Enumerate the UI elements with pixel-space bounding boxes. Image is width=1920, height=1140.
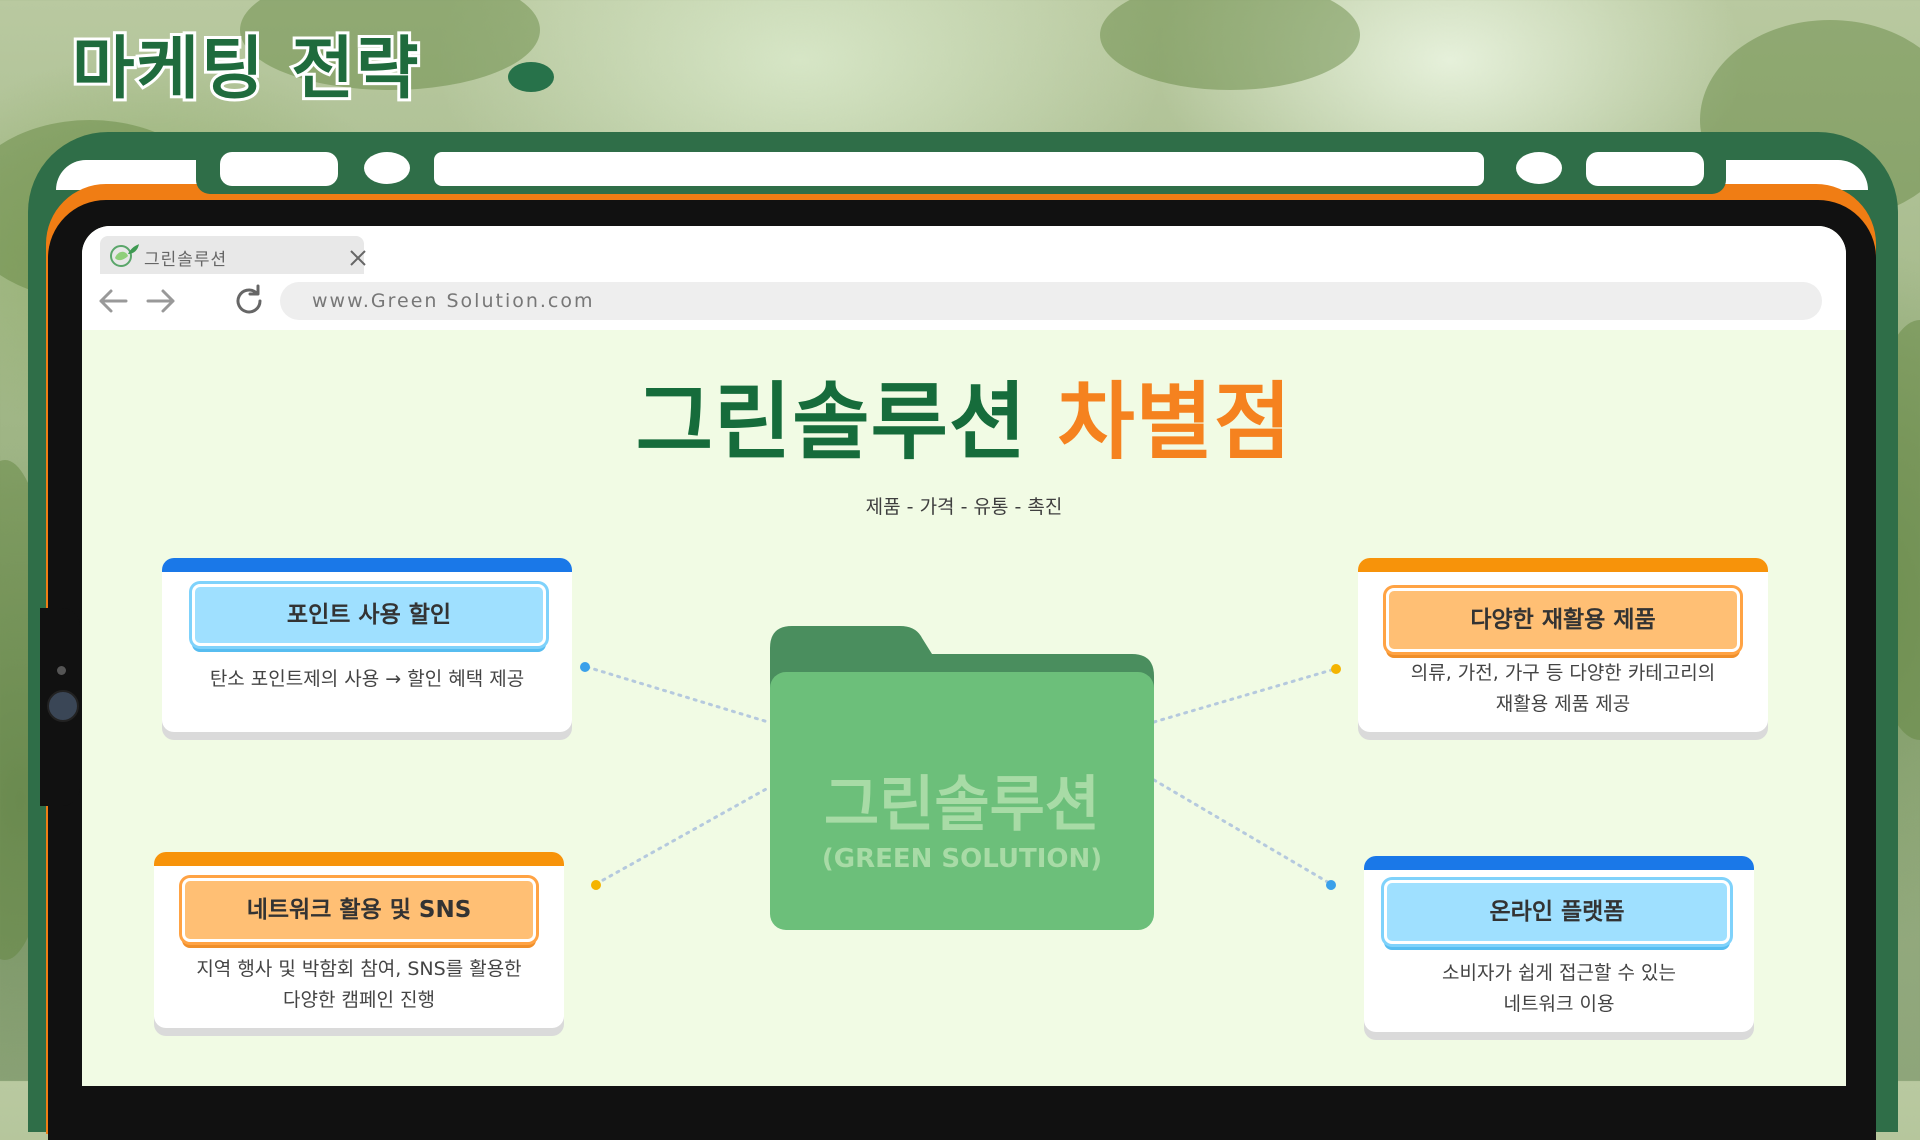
card-accent-stripe	[154, 852, 564, 866]
card-description: 지역 행사 및 박함회 참여, SNS를 활용한 다양한 캠페인 진행	[164, 954, 554, 1016]
tablet-top-long-bar	[434, 152, 1484, 186]
card-description: 의류, 가전, 가구 등 다양한 카테고리의 재활용 제품 제공	[1368, 658, 1758, 720]
browser-screen: 그린솔루션 www.Green Solution.com 그린솔루션 차별점 제…	[82, 226, 1846, 1086]
foliage-decoration	[1100, 0, 1360, 90]
feature-card: 포인트 사용 할인 탄소 포인트제의 사용 → 할인 혜택 제공	[162, 558, 572, 732]
title-dot-decoration	[508, 62, 554, 92]
folder-title: 그린솔루션	[824, 770, 1100, 840]
feature-card: 네트워크 활용 및 SNS 지역 행사 및 박함회 참여, SNS를 활용한 다…	[154, 852, 564, 1028]
camera-icon	[47, 690, 79, 722]
card-description-line: 지역 행사 및 박함회 참여, SNS를 활용한	[196, 958, 522, 980]
card-accent-stripe	[1358, 558, 1768, 572]
connector-node	[1326, 880, 1336, 890]
card-accent-stripe	[162, 558, 572, 572]
connector-line	[585, 665, 770, 724]
card-description-line: 재활용 제품 제공	[1495, 693, 1631, 715]
card-description-line: 네트워크 이용	[1503, 993, 1615, 1015]
connector-node	[1331, 664, 1341, 674]
feature-card: 온라인 플랫폼 소비자가 쉽게 접근할 수 있는 네트워크 이용	[1364, 856, 1754, 1032]
connector-node	[591, 880, 601, 890]
card-description-line: 의류, 가전, 가구 등 다양한 카테고리의	[1410, 662, 1716, 684]
card-description: 탄소 포인트제의 사용 → 할인 혜택 제공	[172, 664, 562, 695]
tablet-top-dot	[364, 152, 410, 184]
card-description: 소비자가 쉽게 접근할 수 있는 네트워크 이용	[1374, 958, 1744, 1020]
tablet-top-pill	[220, 152, 338, 186]
connector-node	[580, 662, 590, 672]
card-description-line: 소비자가 쉽게 접근할 수 있는	[1442, 962, 1676, 984]
connector-line	[594, 786, 770, 886]
card-label: 다양한 재활용 제품	[1386, 588, 1740, 652]
card-label: 온라인 플랫폼	[1384, 880, 1730, 944]
feature-card: 다양한 재활용 제품 의류, 가전, 가구 등 다양한 카테고리의 재활용 제품…	[1358, 558, 1768, 732]
page-title: 마케팅 전략	[69, 27, 421, 112]
center-folder: 그린솔루션 (GREEN SOLUTION)	[770, 626, 1154, 930]
card-description-line: 탄소 포인트제의 사용 → 할인 혜택 제공	[209, 668, 525, 690]
connector-line	[1152, 778, 1333, 886]
tablet-sensor	[57, 666, 66, 675]
tablet-top-pill	[1586, 152, 1704, 186]
card-label: 포인트 사용 할인	[192, 584, 546, 646]
folder-subtitle: (GREEN SOLUTION)	[821, 844, 1103, 874]
card-accent-stripe	[1364, 856, 1754, 870]
card-description-line: 다양한 캠페인 진행	[283, 989, 435, 1011]
card-label: 네트워크 활용 및 SNS	[182, 878, 536, 942]
tablet-top-dot	[1516, 152, 1562, 184]
connector-line	[1152, 667, 1337, 724]
